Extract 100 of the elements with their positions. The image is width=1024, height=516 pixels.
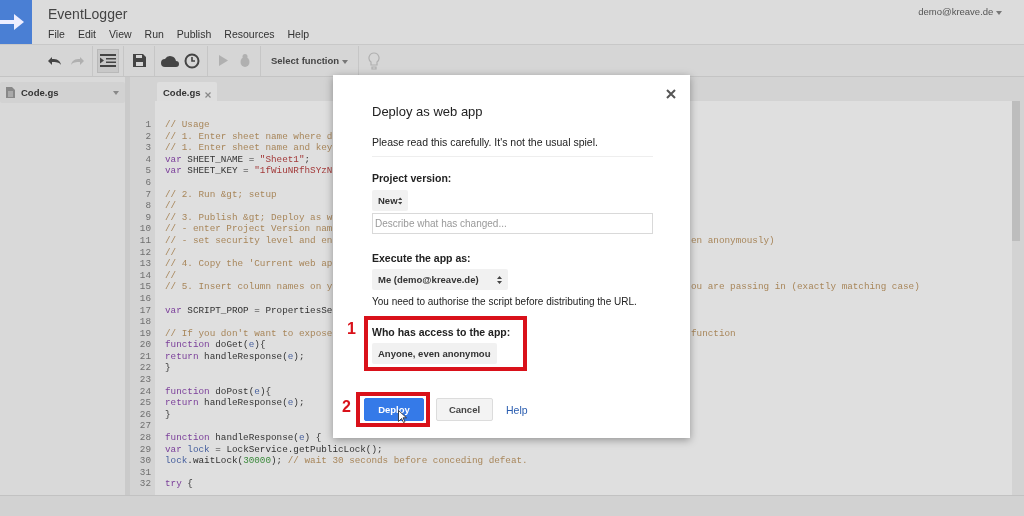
- app-logo[interactable]: [0, 0, 32, 44]
- field-label: Project version:: [372, 172, 452, 184]
- account-menu[interactable]: demo@kreave.de: [918, 6, 1002, 18]
- menu-item[interactable]: File: [48, 28, 65, 40]
- code-line: function handleResponse(e) {: [164, 432, 323, 444]
- bug-icon: [239, 54, 251, 67]
- line-number: 7: [144, 188, 152, 201]
- menu-item[interactable]: Help: [287, 28, 310, 40]
- access-select[interactable]: Anyone, even anonymou: [372, 343, 497, 364]
- deploy-button[interactable]: Deploy: [364, 398, 424, 421]
- caret-icon: [341, 60, 348, 64]
- cancel-button[interactable]: Cancel: [436, 398, 493, 421]
- field-label: Execute the app as:: [372, 252, 471, 264]
- close-icon: [666, 89, 676, 99]
- code-line: lock.waitLock(30000); // wait 30 seconds before conceding defeat.: [164, 455, 529, 467]
- line-number: 22: [138, 362, 152, 375]
- line-number: 9: [144, 211, 152, 224]
- field-label: Who has access to the app:: [372, 326, 511, 338]
- callout-number: 2: [342, 398, 351, 416]
- line-number: 11: [138, 234, 152, 247]
- menu-item[interactable]: Run: [144, 28, 164, 40]
- code-line: var SHEET_KEY = "1fWiuNRfhSYzN: [164, 165, 333, 177]
- description-field[interactable]: Describe what has changed...: [372, 213, 653, 234]
- line-number: 4: [144, 153, 152, 166]
- code-line: }: [164, 362, 172, 375]
- line-number: 13: [138, 258, 152, 270]
- editor-tab[interactable]: Code.gs: [157, 82, 218, 103]
- up-down-arrows-icon: [397, 196, 402, 205]
- code-line: // 4. Copy the 'Current web ap: [164, 258, 333, 270]
- code-line: // 3. Publish &gt; Deploy as w: [164, 211, 333, 224]
- menu-item[interactable]: Publish: [176, 28, 212, 40]
- code-line: return handleResponse(e);: [164, 350, 306, 363]
- arrow-icon: [0, 13, 24, 31]
- save-icon: [132, 54, 146, 67]
- line-number: 19: [138, 327, 152, 340]
- line-number: 2: [144, 130, 152, 143]
- indent-icon: [100, 54, 116, 67]
- line-number: 15: [138, 281, 152, 293]
- code-line: // - set security level and en: [164, 234, 333, 247]
- code-line: en anonymously): [691, 234, 776, 247]
- line-number: 16: [138, 292, 152, 305]
- clock-icon: [184, 52, 200, 69]
- execute-as-select[interactable]: Me (demo@kreave.de): [372, 269, 508, 290]
- caret-icon: [996, 11, 1002, 15]
- line-number: 1: [144, 119, 152, 131]
- dialog-intro: Please read this carefully. It's not the usual spiel.: [372, 136, 598, 148]
- line-number: 6: [144, 176, 152, 189]
- line-number: 23: [138, 374, 152, 386]
- up-down-arrows-icon: [497, 275, 502, 284]
- version-select[interactable]: New: [372, 190, 408, 211]
- code-line: var lock = LockService.getPublicLock();: [164, 443, 384, 456]
- code-line: try {: [164, 478, 194, 490]
- undo-icon: [48, 55, 62, 66]
- line-number: 18: [138, 316, 152, 328]
- lightbulb-icon: [367, 51, 380, 70]
- code-line: // 2. Run &gt; setup: [164, 188, 278, 201]
- line-number: 28: [138, 432, 152, 444]
- line-number: 29: [138, 443, 152, 456]
- project-title[interactable]: EventLogger: [48, 6, 310, 22]
- line-number: 21: [138, 350, 152, 363]
- close-icon[interactable]: [205, 91, 212, 98]
- close-button[interactable]: [666, 89, 676, 99]
- authorise-note: You need to authorise the script before distributing the URL.: [372, 296, 637, 307]
- line-number: 30: [138, 455, 152, 467]
- code-line: // Usage: [164, 119, 211, 131]
- menu-item[interactable]: View: [109, 28, 132, 40]
- line-number: 14: [138, 269, 152, 282]
- code-line: //: [164, 269, 178, 282]
- redo-icon: [70, 55, 84, 66]
- code-line: return handleResponse(e);: [164, 397, 306, 409]
- caret-icon: [113, 90, 119, 95]
- code-line: // 1. Enter sheet name and key: [164, 142, 333, 154]
- code-line: // 5. Insert column names on y: [164, 281, 333, 293]
- script-file[interactable]: Code.gs: [0, 82, 125, 103]
- code-line: var SCRIPT_PROP = PropertiesSe: [164, 304, 333, 317]
- dialog-title: Deploy as web app: [372, 104, 483, 119]
- play-icon: [218, 55, 228, 66]
- scrollbar-thumb[interactable]: [1012, 101, 1020, 241]
- help-link[interactable]: Help: [506, 403, 528, 416]
- menu-item[interactable]: Resources: [224, 28, 275, 40]
- line-number: 26: [138, 408, 152, 421]
- line-number: 17: [138, 304, 152, 317]
- code-line: //: [164, 246, 178, 259]
- callout-number: 1: [347, 320, 356, 338]
- menu-item[interactable]: Edit: [77, 28, 96, 40]
- document-icon: [6, 87, 15, 98]
- code-line: function doPost(e){: [164, 385, 273, 398]
- line-number: 31: [138, 466, 152, 479]
- line-number: 24: [138, 385, 152, 398]
- line-number: 8: [144, 200, 152, 212]
- line-number: 25: [138, 397, 152, 409]
- code-line: function doGet(e){: [164, 339, 267, 351]
- line-number: 20: [138, 339, 152, 351]
- function-dropdown[interactable]: Select function: [265, 48, 354, 73]
- indent-button[interactable]: [97, 48, 119, 73]
- line-number: 5: [144, 165, 152, 177]
- line-number: 10: [138, 223, 152, 235]
- line-number: 12: [138, 246, 152, 259]
- code-line: ou are passing in (exactly matching case): [691, 281, 921, 293]
- code-line: var SHEET_NAME = "Sheet1";: [164, 153, 312, 166]
